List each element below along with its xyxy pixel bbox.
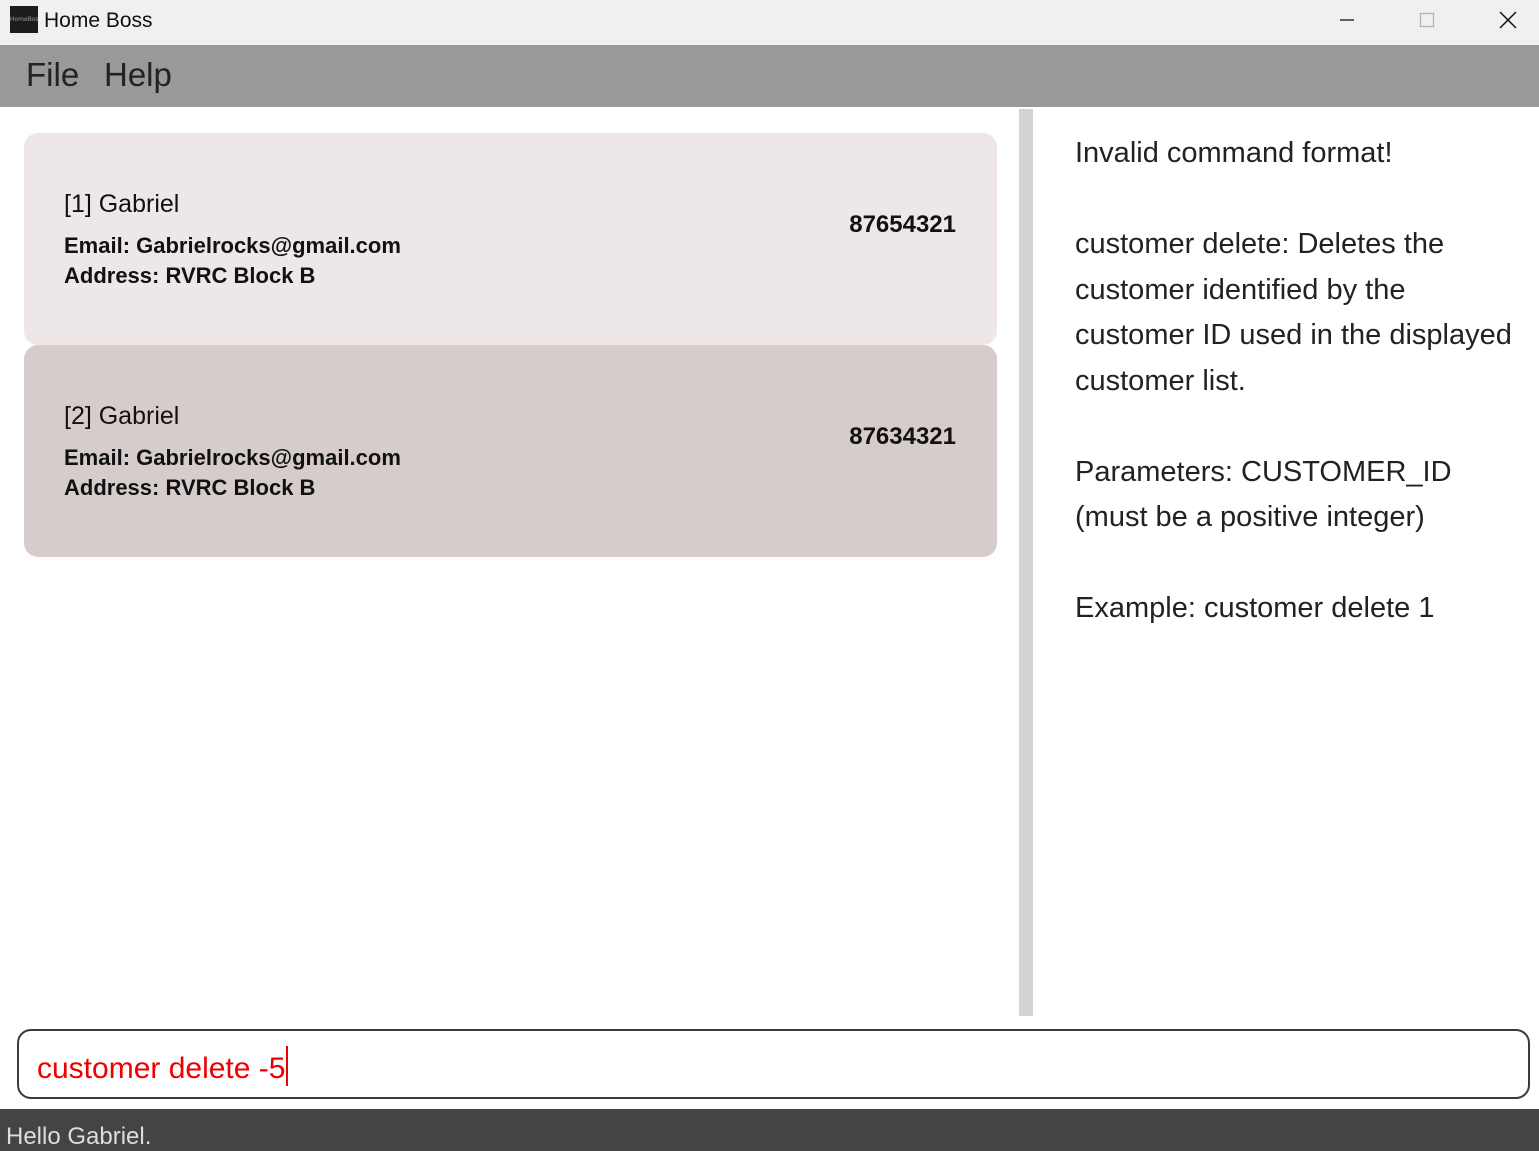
window-title: Home Boss [44, 9, 153, 32]
menu-bar: File Help [0, 45, 1539, 107]
customer-phone: 87634321 [849, 423, 956, 450]
customer-email: Email: Gabrielrocks@gmail.com [64, 233, 401, 258]
customer-list[interactable]: [1] Gabriel Email: Gabrielrocks@gmail.co… [0, 107, 1019, 1017]
customer-phone: 87654321 [849, 211, 956, 238]
command-box[interactable]: customer delete -5 [17, 1029, 1530, 1099]
customer-name: [2] Gabriel [64, 402, 180, 430]
command-input[interactable]: customer delete -5 [37, 1046, 289, 1087]
close-button[interactable] [1468, 0, 1539, 40]
customer-address: Address: RVRC Block B [64, 475, 316, 500]
customer-card[interactable]: [2] Gabriel Email: Gabrielrocks@gmail.co… [24, 345, 997, 557]
split-pane-divider[interactable] [1019, 109, 1033, 1016]
menu-help[interactable]: Help [104, 55, 172, 95]
customer-card[interactable]: [1] Gabriel Email: Gabrielrocks@gmail.co… [24, 133, 997, 345]
customer-name: [1] Gabriel [64, 190, 180, 218]
customer-email: Email: Gabrielrocks@gmail.com [64, 445, 401, 470]
app-logo-icon: HomeBoss [10, 6, 38, 33]
text-caret [286, 1046, 289, 1086]
status-bar: Hello Gabriel. [0, 1109, 1539, 1151]
result-display: Invalid command format! customer delete:… [1033, 107, 1539, 1017]
close-icon [1499, 11, 1517, 29]
status-message: Hello Gabriel. [6, 1123, 152, 1150]
result-message: Invalid command format! customer delete:… [1075, 137, 1512, 624]
minimize-icon [1340, 19, 1354, 21]
command-text: customer delete -5 [37, 1052, 286, 1085]
maximize-icon [1419, 12, 1435, 28]
minimize-button[interactable] [1307, 0, 1387, 40]
maximize-button[interactable] [1387, 0, 1467, 40]
menu-file[interactable]: File [26, 55, 79, 95]
customer-address: Address: RVRC Block B [64, 263, 316, 288]
title-bar: HomeBoss Home Boss [0, 0, 1539, 45]
